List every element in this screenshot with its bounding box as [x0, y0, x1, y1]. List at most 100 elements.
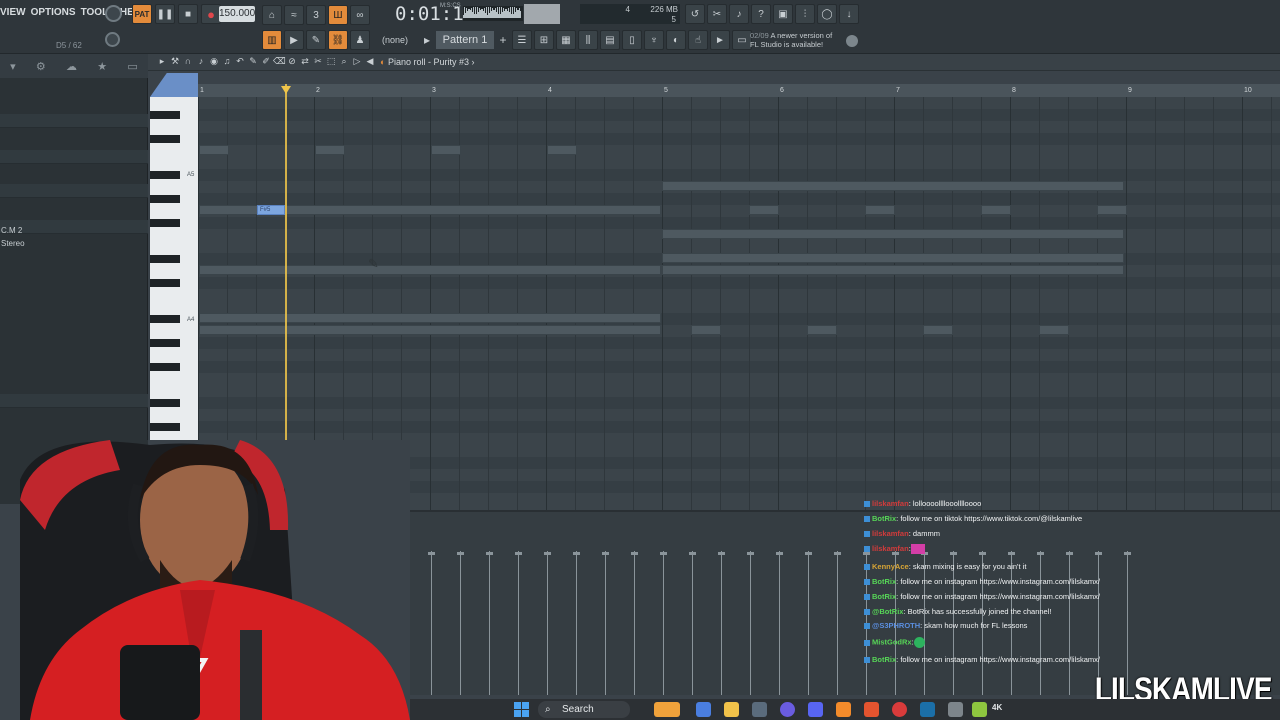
browser-cloud-icon[interactable]: ☁	[66, 60, 77, 73]
record-button[interactable]: ●	[201, 4, 221, 24]
velocity-handle[interactable]	[544, 552, 551, 555]
audio-input-button[interactable]: ♪	[729, 4, 749, 24]
steam-icon[interactable]	[920, 702, 935, 717]
windows-start-icon[interactable]	[514, 702, 529, 717]
play-button[interactable]: ❚❚	[155, 4, 175, 24]
taskbar-search[interactable]: ⌕ Search	[538, 701, 630, 718]
tray-icon[interactable]	[948, 702, 963, 717]
velocity-bar[interactable]	[634, 551, 635, 695]
pencil-icon[interactable]: ✎	[247, 56, 259, 67]
velocity-handle[interactable]	[602, 552, 609, 555]
piano-roll-button[interactable]: ▥	[262, 30, 282, 50]
velocity-bar[interactable]	[605, 551, 606, 695]
pattern-selector[interactable]: Pattern 1	[436, 31, 494, 49]
select-icon[interactable]: ⬚	[325, 56, 337, 67]
metronome-button[interactable]: ⌂	[262, 5, 282, 25]
midi-note[interactable]	[662, 229, 1124, 239]
news-panel[interactable]: 02/09 A newer version of FL Studio is av…	[750, 31, 832, 49]
velocity-bar[interactable]	[489, 551, 490, 695]
store-icon[interactable]	[752, 702, 767, 717]
midi-note[interactable]	[199, 325, 661, 335]
velocity-bar[interactable]	[721, 551, 722, 695]
midi-note[interactable]	[662, 253, 1124, 263]
browser-star-icon[interactable]: ★	[97, 60, 107, 73]
midi-note[interactable]	[199, 145, 229, 155]
velocity-bar[interactable]	[837, 551, 838, 695]
news-toggle-icon[interactable]	[846, 35, 858, 47]
black-key[interactable]	[150, 219, 180, 227]
playback-icon[interactable]: ▷	[351, 56, 363, 67]
wait-input-button[interactable]: ≈	[284, 5, 304, 25]
tempo-display[interactable]: 150.000	[219, 6, 255, 22]
slice-icon[interactable]: ✂	[312, 56, 324, 67]
black-key[interactable]	[150, 279, 180, 287]
midi-note[interactable]	[547, 145, 577, 155]
brave-icon[interactable]	[864, 702, 879, 717]
plugin-picker-button[interactable]: ◐	[666, 30, 686, 50]
velocity-handle[interactable]	[660, 552, 667, 555]
midi-note[interactable]	[1097, 205, 1127, 215]
pr-note-icon[interactable]: ♪	[195, 56, 207, 67]
speaker-icon[interactable]: ◀	[364, 56, 376, 67]
chat-username[interactable]: BotRix	[872, 514, 896, 523]
velocity-bar[interactable]	[779, 551, 780, 695]
black-key[interactable]	[150, 423, 180, 431]
piano-keyboard[interactable]: A5 A4	[150, 97, 198, 440]
file-explorer-icon[interactable]	[724, 702, 739, 717]
snap-select[interactable]: (none)	[372, 31, 418, 49]
add-pattern-button[interactable]: +	[496, 31, 510, 49]
stamp-button[interactable]: ♟	[350, 30, 370, 50]
midi-note[interactable]	[662, 181, 1124, 191]
chat-username[interactable]: lilskamfan	[872, 544, 909, 553]
mute-icon[interactable]: ⊘	[286, 56, 298, 67]
black-key[interactable]	[150, 399, 180, 407]
chat-username[interactable]: BotRix	[872, 592, 896, 601]
midi-note[interactable]	[981, 205, 1011, 215]
browser-item[interactable]	[0, 150, 148, 164]
touch-controller-button[interactable]: ☝	[688, 30, 708, 50]
download-button[interactable]: ↓	[839, 4, 859, 24]
delete-icon[interactable]: ⌫	[273, 56, 286, 67]
tray-4k-label[interactable]: 4K	[992, 703, 1002, 712]
zoom-icon[interactable]: ⌕	[338, 56, 350, 67]
save-button[interactable]: ▣	[773, 4, 793, 24]
fl-studio-icon[interactable]	[836, 702, 851, 717]
magnet-icon[interactable]: ∩	[182, 56, 194, 67]
browser-item[interactable]	[0, 184, 148, 198]
pr-record-icon[interactable]: ◉	[208, 56, 220, 67]
black-key[interactable]	[150, 339, 180, 347]
velocity-handle[interactable]	[805, 552, 812, 555]
velocity-handle[interactable]	[747, 552, 754, 555]
script-output-button[interactable]: ▭	[732, 30, 752, 50]
pencil-tool-button[interactable]: ✎	[306, 30, 326, 50]
velocity-handle[interactable]	[689, 552, 696, 555]
undo-history-button[interactable]: ↺	[685, 4, 705, 24]
pr-undo-icon[interactable]: ↶	[234, 56, 246, 67]
arrow-tool-button[interactable]: ▶	[284, 30, 304, 50]
menu-view[interactable]: VIEW	[0, 7, 26, 18]
velocity-bar[interactable]	[750, 551, 751, 695]
velocity-handle[interactable]	[573, 552, 580, 555]
pattern-prev[interactable]: ▸	[420, 31, 434, 49]
cut-button[interactable]: ✂	[707, 4, 727, 24]
midi-note[interactable]	[662, 265, 1124, 275]
velocity-bar[interactable]	[547, 551, 548, 695]
midi-note[interactable]	[691, 325, 721, 335]
video-button[interactable]: ►	[710, 30, 730, 50]
velocity-bar[interactable]	[518, 551, 519, 695]
chat-username[interactable]: lilskamfan	[872, 529, 909, 538]
playhead-marker[interactable]	[281, 86, 291, 94]
piano-roll-window-button[interactable]: ▦	[556, 30, 576, 50]
plugin-database-button[interactable]: ♆	[644, 30, 664, 50]
velocity-handle[interactable]	[834, 552, 841, 555]
chat-button[interactable]: ◯	[817, 4, 837, 24]
pattern-song-toggle[interactable]: PAT	[132, 4, 152, 24]
midi-note[interactable]	[199, 313, 661, 323]
chat-username[interactable]: KennyAce	[872, 562, 909, 571]
black-key[interactable]	[150, 315, 180, 323]
channel-rack-button[interactable]: ⊞	[534, 30, 554, 50]
velocity-bar[interactable]	[663, 551, 664, 695]
velocity-handle[interactable]	[486, 552, 493, 555]
link-button[interactable]: ⛓	[328, 30, 348, 50]
slip-icon[interactable]: ⇄	[299, 56, 311, 67]
